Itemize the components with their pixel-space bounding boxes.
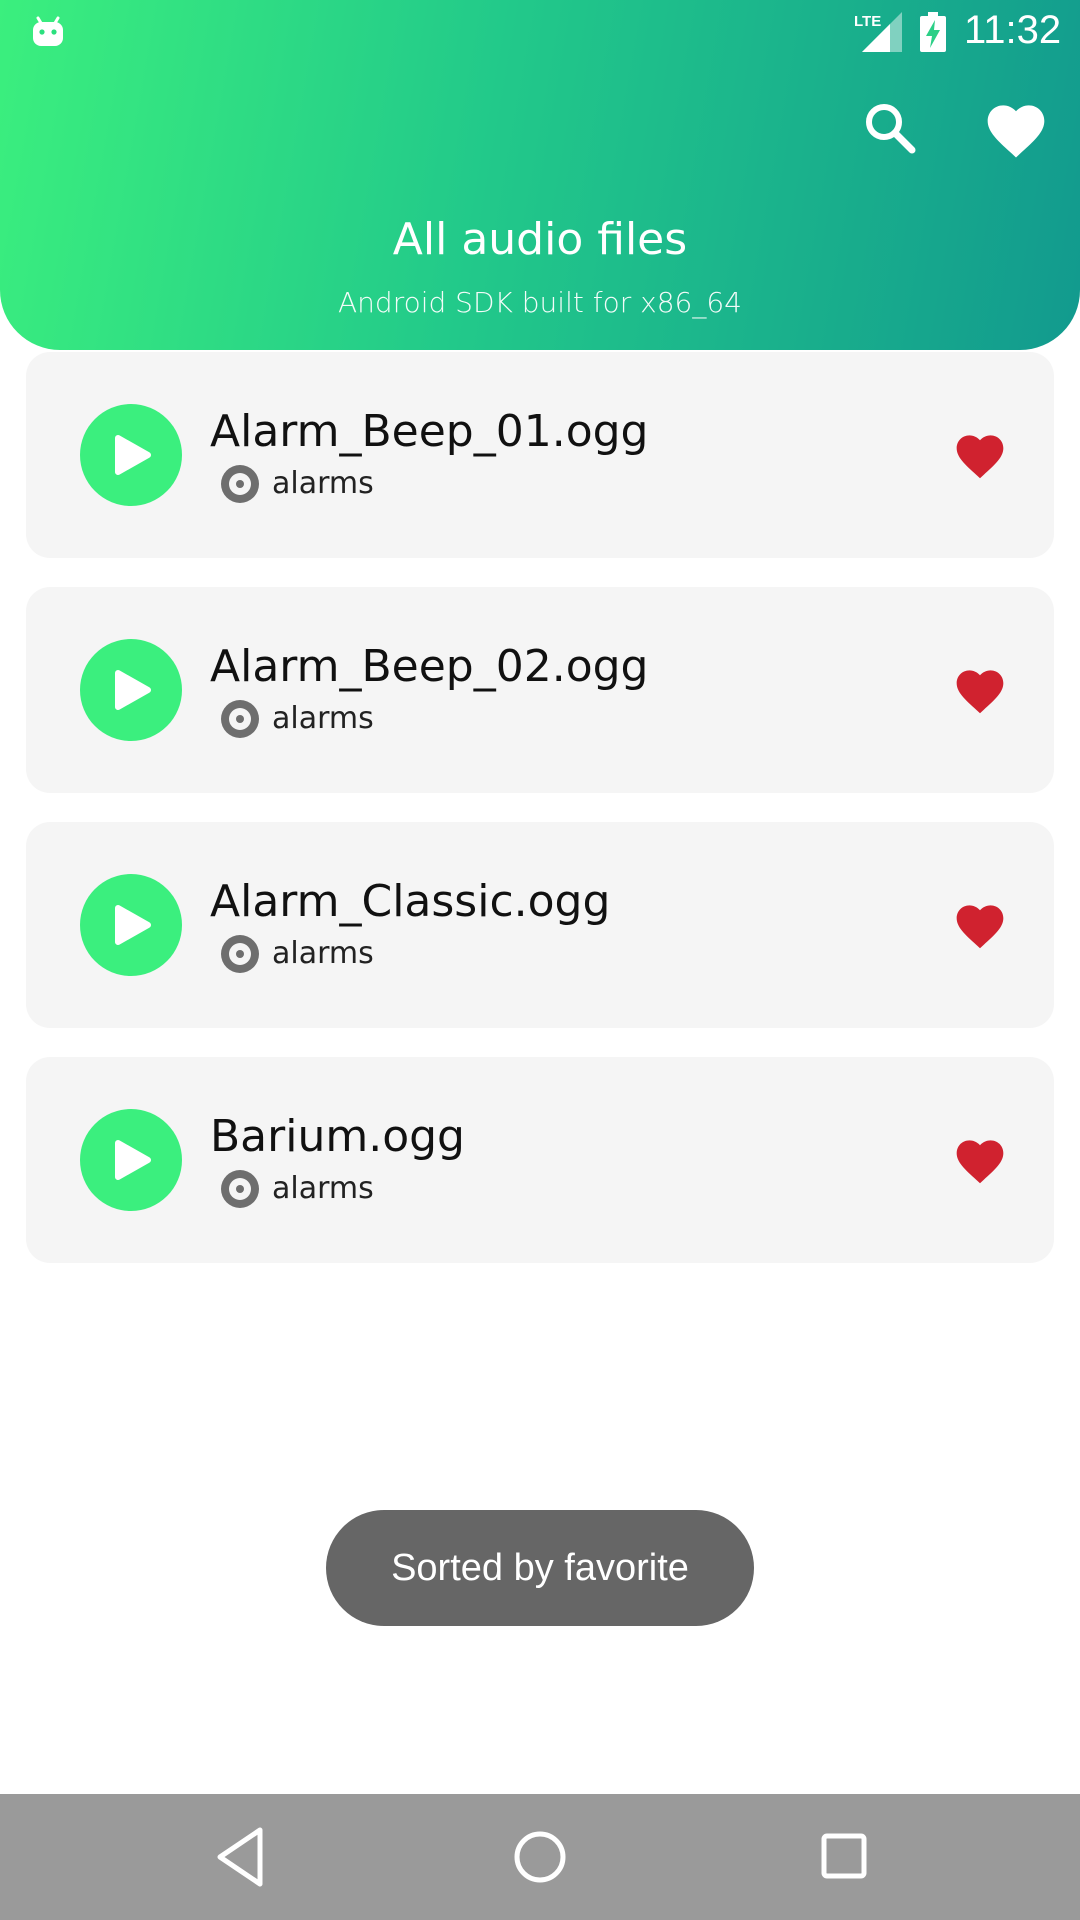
list-item[interactable]: Alarm_Classic.ogg alarms — [26, 822, 1054, 1028]
play-icon[interactable] — [80, 404, 182, 506]
file-name: Alarm_Beep_02.ogg — [210, 641, 649, 692]
app-header: LTE 11:32 All audio files Android SDK bu… — [0, 0, 1080, 350]
page-title: All audio files — [392, 214, 688, 265]
favorite-heart-icon[interactable] — [952, 1133, 1008, 1185]
lte-signal-icon: LTE — [854, 12, 902, 52]
favorite-heart-icon[interactable] — [952, 663, 1008, 715]
disc-icon — [221, 700, 259, 738]
lte-label: LTE — [854, 13, 881, 30]
recents-icon[interactable] — [814, 1826, 874, 1886]
list-item[interactable]: Alarm_Beep_02.ogg alarms — [26, 587, 1054, 793]
navigation-bar — [0, 1794, 1080, 1920]
folder-name: alarms — [272, 701, 374, 736]
disc-icon — [221, 935, 259, 973]
toast-message: Sorted by favorite — [326, 1510, 754, 1626]
folder-name: alarms — [272, 1171, 374, 1206]
file-name: Barium.ogg — [210, 1111, 465, 1162]
home-icon[interactable] — [510, 1824, 570, 1890]
audio-file-list: Alarm_Beep_01.ogg alarms Alarm_Beep_02.o… — [26, 352, 1054, 1292]
disc-icon — [221, 1170, 259, 1208]
favorite-heart-icon[interactable] — [952, 898, 1008, 950]
file-name: Alarm_Beep_01.ogg — [210, 406, 649, 457]
disc-icon — [221, 465, 259, 503]
battery-charging-icon — [920, 12, 946, 52]
folder-name: alarms — [272, 936, 374, 971]
folder-name: alarms — [272, 466, 374, 501]
android-icon — [33, 16, 63, 46]
status-bar: LTE 11:32 — [0, 0, 1080, 64]
status-clock: 11:32 — [964, 8, 1062, 52]
back-icon[interactable] — [210, 1824, 270, 1890]
page-subtitle: Android SDK built for x86_64 — [338, 286, 742, 319]
file-name: Alarm_Classic.ogg — [210, 876, 611, 927]
play-icon[interactable] — [80, 1109, 182, 1211]
list-item[interactable]: Barium.ogg alarms — [26, 1057, 1054, 1263]
list-item[interactable]: Alarm_Beep_01.ogg alarms — [26, 352, 1054, 558]
play-icon[interactable] — [80, 874, 182, 976]
favorite-heart-icon[interactable] — [952, 428, 1008, 480]
play-icon[interactable] — [80, 639, 182, 741]
search-icon[interactable] — [858, 96, 922, 160]
heart-icon[interactable] — [982, 94, 1050, 162]
